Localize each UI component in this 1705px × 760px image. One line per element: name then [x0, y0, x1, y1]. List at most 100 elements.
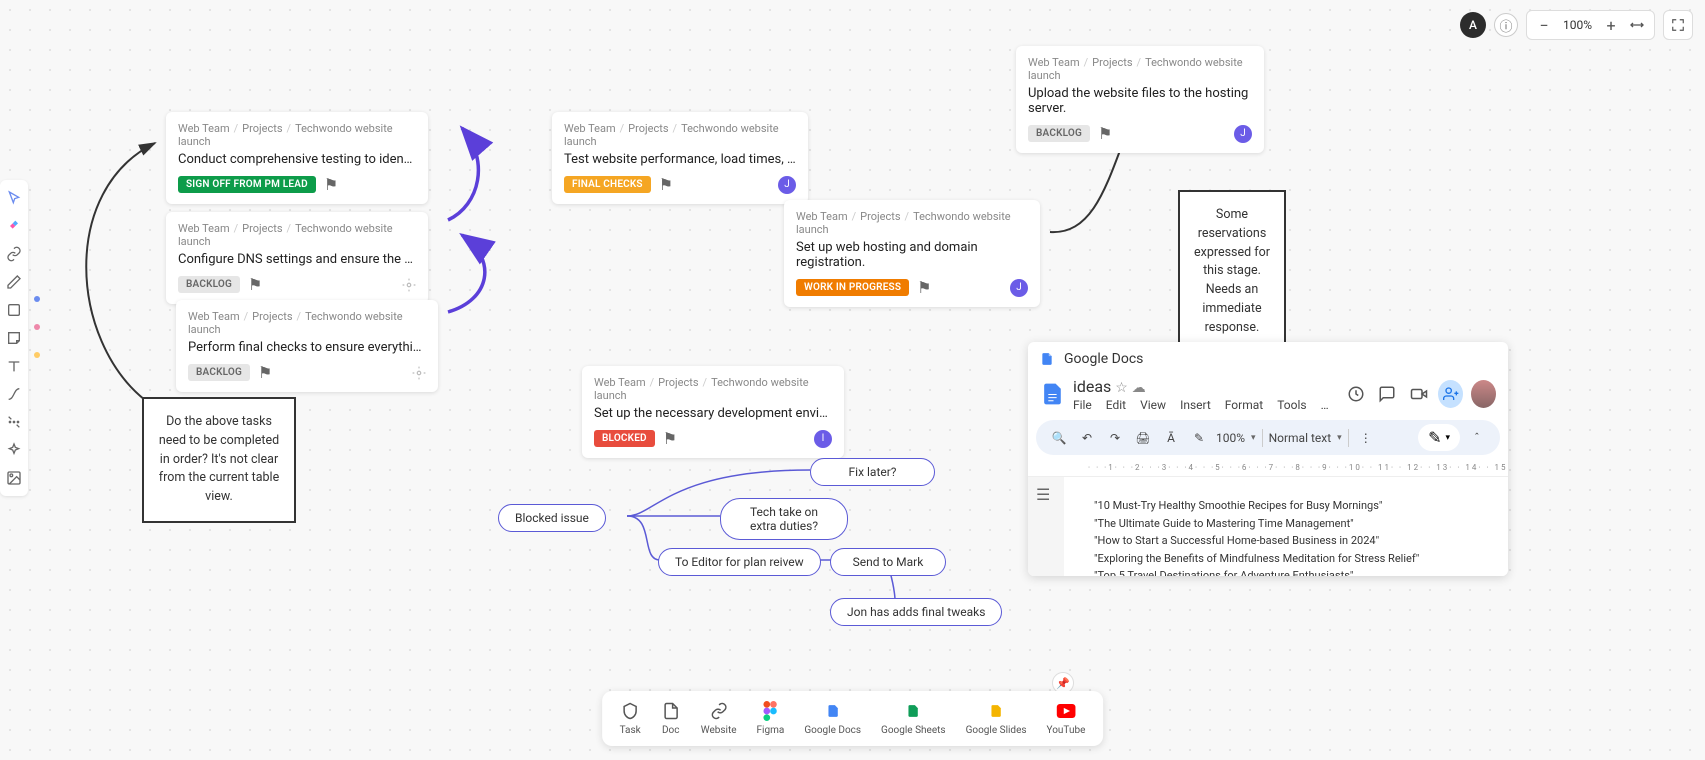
rect-tool[interactable] [3, 296, 25, 324]
flag-icon: ⚑ [659, 175, 673, 194]
menu-edit[interactable]: Edit [1106, 398, 1126, 412]
menu-more[interactable]: … [1321, 398, 1329, 412]
search-icon[interactable]: 🔍 [1048, 427, 1070, 449]
breadcrumb: Web Team/Projects/Techwondo website laun… [796, 210, 1028, 236]
gdoc-source-header: Google Docs [1028, 342, 1508, 372]
star-icon[interactable]: ☆ [1115, 380, 1128, 396]
connector-tool[interactable] [3, 380, 25, 408]
more-icon[interactable]: ⋮ [1355, 427, 1377, 449]
breadcrumb: Web Team/Projects/Techwondo website laun… [188, 310, 426, 336]
gear-icon[interactable] [412, 366, 426, 380]
menu-format[interactable]: Format [1225, 398, 1263, 412]
image-tool[interactable] [3, 464, 25, 492]
flag-icon: ⚑ [917, 278, 931, 297]
menu-view[interactable]: View [1140, 398, 1166, 412]
gdoc-file-icon [1040, 376, 1065, 412]
spellcheck-icon[interactable]: Ā [1160, 427, 1182, 449]
gear-icon[interactable] [402, 278, 416, 292]
outline-icon[interactable]: ☰ [1028, 477, 1064, 576]
zoom-group: − 100% + [1526, 10, 1655, 40]
assignee-avatar[interactable]: J [1010, 279, 1028, 297]
info-button[interactable]: ⓘ [1494, 13, 1518, 37]
dock-gslides[interactable]: Google Slides [958, 697, 1035, 740]
profile-avatar[interactable] [1471, 380, 1496, 408]
status-badge: FINAL CHECKS [564, 176, 651, 193]
fullscreen-button[interactable] [1663, 10, 1693, 40]
gdoc-embed[interactable]: Google Docs ideas ☆ ☁ File Edit View Ins… [1028, 342, 1508, 576]
mindmap-node[interactable]: Blocked issue [498, 504, 606, 532]
note-box[interactable]: Do the above tasks need to be completed … [142, 397, 296, 523]
gdoc-page[interactable]: "10 Must-Try Healthy Smoothie Recipes fo… [1064, 477, 1508, 576]
dock-gsheets[interactable]: Google Sheets [873, 697, 954, 740]
collapse-icon[interactable]: ˆ [1466, 427, 1488, 449]
left-toolbar [0, 180, 28, 496]
doc-line: "The Ultimate Guide to Mastering Time Ma… [1094, 515, 1478, 533]
assignee-avatar[interactable]: I [814, 430, 832, 448]
flag-icon: ⚑ [258, 363, 272, 382]
task-card[interactable]: Web Team/Projects/Techwondo website laun… [176, 300, 438, 392]
cloud-icon[interactable]: ☁ [1132, 380, 1146, 396]
doc-line: "10 Must-Try Healthy Smoothie Recipes fo… [1094, 497, 1478, 515]
assignee-avatar[interactable]: J [1234, 125, 1252, 143]
ai-tool[interactable] [3, 436, 25, 464]
menu-tools[interactable]: Tools [1277, 398, 1306, 412]
dock-website[interactable]: Website [693, 697, 745, 740]
more-tool[interactable] [3, 408, 25, 436]
task-card[interactable]: Web Team/Projects/Techwondo website laun… [582, 366, 844, 458]
assignee-avatar[interactable]: J [778, 176, 796, 194]
breadcrumb: Web Team/Projects/Techwondo website laun… [594, 376, 832, 402]
breadcrumb: Web Team/Projects/Techwondo website laun… [178, 122, 416, 148]
zoom-level[interactable]: 100% [1557, 18, 1598, 32]
link-tool[interactable] [3, 240, 25, 268]
mindmap-node[interactable]: Tech take on extra duties? [720, 498, 848, 540]
comment-icon[interactable] [1376, 381, 1399, 407]
task-card[interactable]: Web Team/Projects/Techwondo website laun… [166, 112, 428, 204]
mindmap-node[interactable]: Jon has adds final tweaks [830, 598, 1002, 626]
mindmap-node[interactable]: To Editor for plan reivew [658, 548, 821, 576]
card-title: Set up web hosting and domain registrati… [796, 240, 1028, 270]
gdoc-title[interactable]: ideas [1073, 377, 1111, 396]
history-icon[interactable] [1345, 381, 1368, 407]
gdoc-icon [1040, 350, 1054, 368]
paint-icon[interactable]: ✎ [1188, 427, 1210, 449]
zoom-out-button[interactable]: − [1531, 12, 1557, 38]
gdoc-menu: File Edit View Insert Format Tools … [1073, 396, 1329, 412]
print-icon[interactable]: 🖨 [1132, 427, 1154, 449]
task-card[interactable]: Web Team/Projects/Techwondo website laun… [1016, 46, 1264, 153]
dock-doc[interactable]: Doc [653, 697, 689, 740]
user-avatar[interactable]: A [1460, 12, 1486, 38]
integration-tool[interactable] [3, 212, 25, 240]
undo-icon[interactable]: ↶ [1076, 427, 1098, 449]
dock-gdocs[interactable]: Google Docs [796, 697, 869, 740]
dock-task[interactable]: Task [612, 697, 649, 740]
task-card[interactable]: Web Team/Projects/Techwondo website laun… [784, 200, 1040, 307]
pen-tool[interactable] [3, 268, 25, 296]
gdoc-zoom[interactable]: 100% [1216, 431, 1245, 445]
top-controls: A ⓘ − 100% + [1460, 10, 1693, 40]
task-card[interactable]: Web Team/Projects/Techwondo website laun… [166, 212, 428, 304]
share-button[interactable] [1438, 380, 1463, 408]
flag-icon: ⚑ [324, 175, 338, 194]
menu-insert[interactable]: Insert [1180, 398, 1211, 412]
menu-file[interactable]: File [1073, 398, 1092, 412]
meet-icon[interactable] [1407, 381, 1430, 407]
redo-icon[interactable]: ↷ [1104, 427, 1126, 449]
dock-youtube[interactable]: YouTube [1039, 697, 1094, 740]
note-box[interactable]: Some reservations expressed for this sta… [1178, 190, 1286, 353]
fit-width-button[interactable] [1624, 12, 1650, 38]
card-title: Set up the necessary development environ… [594, 406, 832, 421]
sticky-tool[interactable] [3, 324, 25, 352]
text-tool[interactable] [3, 352, 25, 380]
card-title: Conduct comprehensive testing to identif… [178, 152, 416, 167]
mindmap-node[interactable]: Fix later? [810, 458, 935, 486]
gdoc-style[interactable]: Normal text [1269, 431, 1332, 445]
flag-icon: ⚑ [1098, 124, 1112, 143]
cursor-tool[interactable] [3, 184, 25, 212]
status-badge: SIGN OFF FROM PM LEAD [178, 176, 316, 193]
card-title: Configure DNS settings and ensure the we… [178, 252, 416, 267]
dock-figma[interactable]: Figma [749, 697, 793, 740]
zoom-in-button[interactable]: + [1598, 12, 1624, 38]
editing-mode[interactable]: ✎▾ [1418, 424, 1460, 451]
task-card[interactable]: Web Team/Projects/Techwondo website laun… [552, 112, 808, 204]
mindmap-node[interactable]: Send to Mark [830, 548, 946, 576]
